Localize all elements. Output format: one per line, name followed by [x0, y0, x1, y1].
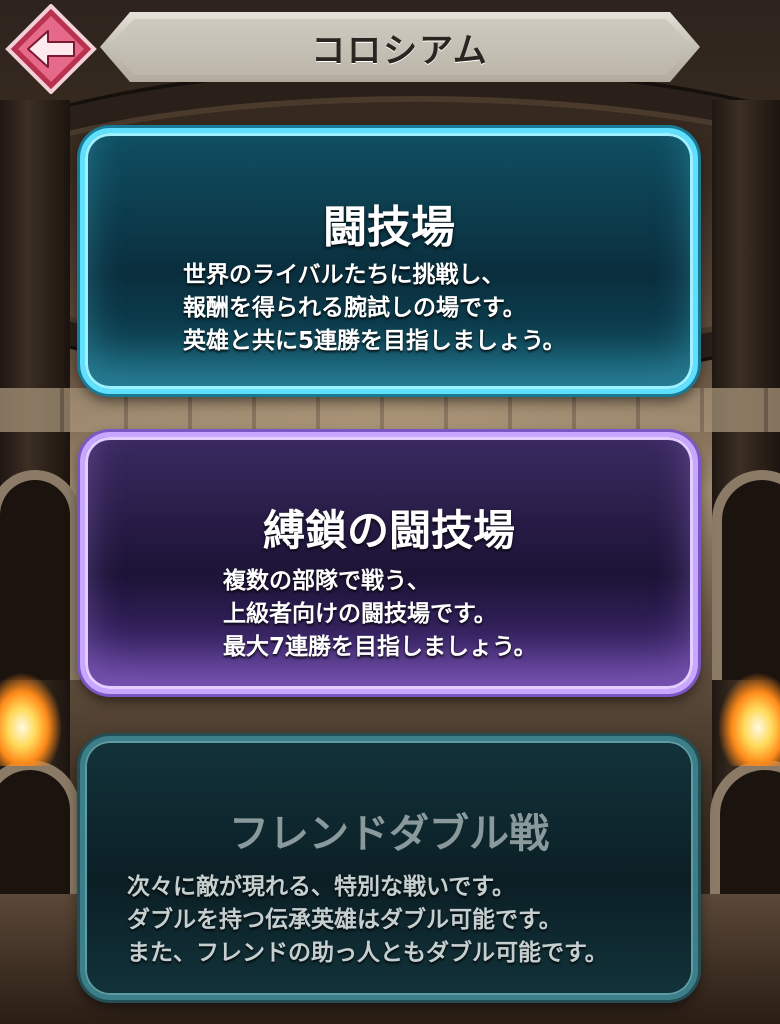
bound-arena-card[interactable]: 縛鎖の闘技場 複数の部隊で戦う、 上級者向けの闘技場です。 最大7連勝を目指しま… — [80, 432, 698, 694]
description-line: ダブルを持つ伝承英雄はダブル可能です。 — [127, 907, 562, 933]
arena-title: 闘技場 — [323, 202, 455, 253]
page-title: コロシアム — [311, 30, 489, 71]
description-line: 複数の部隊で戦う、 — [223, 568, 430, 594]
bound-arena-description: 複数の部隊で戦う、 上級者向けの闘技場です。 最大7連勝を目指しましょう。 — [223, 565, 537, 664]
back-button[interactable] — [2, 3, 100, 95]
description-line: また、フレンドの助っ人ともダブル可能です。 — [127, 940, 608, 966]
friend-double-title: フレンドダブル戦 — [229, 811, 549, 857]
description-line: 英雄と共に5連勝を目指しましょう。 — [183, 328, 566, 354]
torch-fire-right — [718, 656, 780, 766]
left-arrow-icon — [5, 3, 97, 95]
friend-double-description: 次々に敵が現れる、特別な戦いです。 ダブルを持つ伝承英雄はダブル可能です。 また… — [127, 871, 608, 970]
description-line: 世界のライバルたちに挑戦し、 — [183, 262, 505, 288]
bound-arena-title: 縛鎖の闘技場 — [262, 506, 515, 555]
torch-fire-left — [0, 656, 62, 766]
description-line: 最大7連勝を目指しましょう。 — [223, 634, 537, 660]
description-line: 上級者向けの闘技場です。 — [223, 601, 497, 627]
description-line: 報酬を得られる腕試しの場です。 — [183, 295, 526, 321]
arena-description: 世界のライバルたちに挑戦し、 報酬を得られる腕試しの場です。 英雄と共に5連勝を… — [183, 259, 566, 358]
friend-double-card[interactable]: フレンドダブル戦 次々に敵が現れる、特別な戦いです。 ダブルを持つ伝承英雄はダブ… — [80, 736, 698, 1000]
description-line: 次々に敵が現れる、特別な戦いです。 — [127, 874, 516, 900]
arena-card[interactable]: 闘技場 世界のライバルたちに挑戦し、 報酬を得られる腕試しの場です。 英雄と共に… — [80, 128, 698, 394]
